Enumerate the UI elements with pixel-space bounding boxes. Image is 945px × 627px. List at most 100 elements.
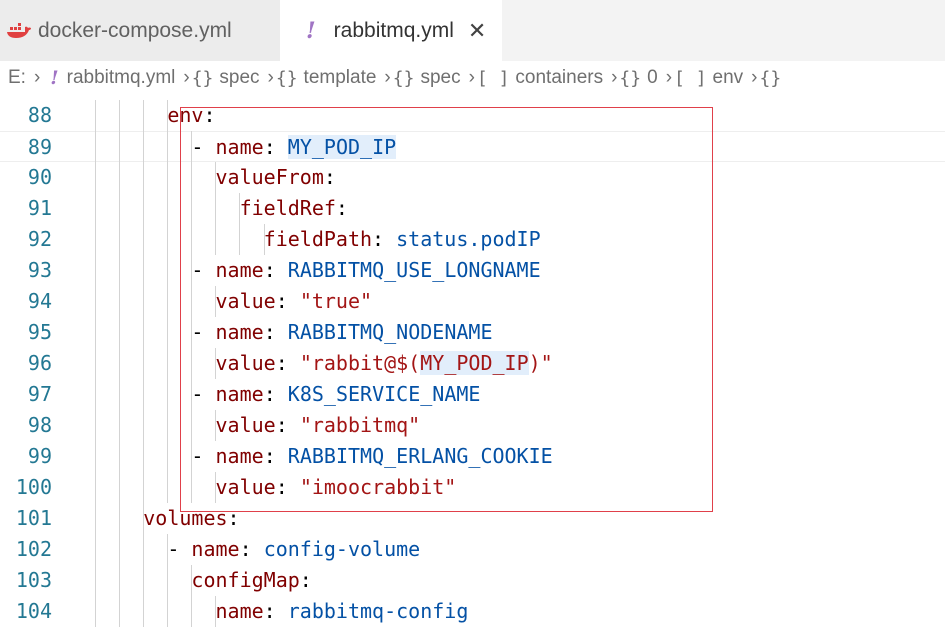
indent-guide	[95, 131, 96, 162]
indent-guide	[215, 193, 217, 224]
code-line[interactable]: 96 value: "rabbit@$(MY_POD_IP)"	[0, 348, 945, 379]
indent-guide	[143, 193, 145, 224]
breadcrumb-template[interactable]: template	[304, 67, 377, 89]
indent-guide	[119, 286, 121, 317]
indent-guide	[167, 162, 169, 193]
indent-guide	[215, 224, 217, 255]
breadcrumb-file[interactable]: rabbitmq.yml	[67, 67, 176, 89]
yaml-value: config-volume	[263, 537, 421, 561]
indent-guide	[191, 255, 193, 286]
array-icon: [ ]	[674, 67, 707, 89]
code-line[interactable]: 95 - name: RABBITMQ_NODENAME	[0, 317, 945, 348]
code-line[interactable]: 97 - name: K8S_SERVICE_NAME	[0, 379, 945, 410]
breadcrumb-spec-2[interactable]: spec	[420, 67, 460, 89]
yaml-punctuation: -	[191, 258, 216, 282]
code-line[interactable]: 98 value: "rabbitmq"	[0, 410, 945, 441]
indent-guide	[191, 472, 193, 503]
yaml-punctuation: :	[263, 599, 288, 623]
line-number: 100	[15, 475, 52, 499]
line-number: 93	[27, 258, 52, 282]
yaml-punctuation: :	[372, 227, 397, 251]
indent-guide	[119, 441, 121, 472]
code-line[interactable]: 103 configMap:	[0, 565, 945, 596]
line-number: 103	[15, 568, 52, 592]
chevron-right-icon: ›	[267, 67, 274, 88]
indent-guide	[143, 410, 145, 441]
code-line[interactable]: 100 value: "imoocrabbit"	[0, 472, 945, 503]
yaml-punctuation: :	[263, 258, 288, 282]
indent-guide	[167, 565, 169, 596]
indent-guide	[95, 100, 96, 131]
line-number: 102	[15, 537, 52, 561]
indent-guide	[95, 596, 96, 627]
indent-guide	[191, 410, 193, 441]
indent-guide	[95, 193, 96, 224]
chevron-right-icon: ›	[183, 67, 190, 88]
chevron-right-icon: ›	[33, 67, 41, 88]
code-line[interactable]: 91 fieldRef:	[0, 193, 945, 224]
yaml-value: RABBITMQ_USE_LONGNAME	[287, 258, 541, 282]
breadcrumb-index-0[interactable]: 0	[647, 67, 658, 89]
indent-guide	[215, 162, 217, 193]
breadcrumb-containers[interactable]: containers	[515, 67, 603, 89]
indent-guide	[119, 596, 121, 627]
breadcrumb-env[interactable]: env	[713, 67, 744, 89]
indent-guide	[143, 565, 145, 596]
code-line[interactable]: 92 fieldPath: status.podIP	[0, 224, 945, 255]
indent-guide	[191, 317, 193, 348]
tab-rabbitmq[interactable]: ! rabbitmq.yml ✕	[280, 0, 502, 61]
line-code: value: "imoocrabbit"	[71, 472, 457, 503]
indent-guide	[95, 348, 96, 379]
breadcrumb: E: › ! rabbitmq.yml › {} spec › {} templ…	[0, 61, 945, 95]
yaml-exclamation-icon: !	[306, 17, 316, 44]
yaml-key: value	[215, 289, 276, 313]
line-code: valueFrom:	[71, 162, 336, 193]
code-line[interactable]: 93 - name: RABBITMQ_USE_LONGNAME	[0, 255, 945, 286]
object-icon: {}	[759, 67, 782, 89]
code-line[interactable]: 90 valueFrom:	[0, 162, 945, 193]
code-line[interactable]: 94 value: "true"	[0, 286, 945, 317]
line-number: 101	[15, 506, 52, 530]
indent-guide	[167, 441, 169, 472]
code-line[interactable]: 88 env:	[0, 100, 945, 131]
line-code: volumes:	[71, 503, 239, 534]
yaml-value: RABBITMQ_NODENAME	[287, 320, 493, 344]
yaml-key: valueFrom	[215, 165, 324, 189]
chevron-right-icon: ›	[751, 67, 758, 88]
yaml-value: rabbitmq-config	[287, 599, 469, 623]
close-icon[interactable]: ✕	[468, 18, 486, 44]
indent-guide	[143, 348, 145, 379]
yaml-punctuation: :	[203, 103, 216, 127]
code-line[interactable]: 104 name: rabbitmq-config	[0, 596, 945, 627]
indent-guide	[119, 534, 121, 565]
yaml-key: value	[215, 475, 276, 499]
code-line[interactable]: 99 - name: RABBITMQ_ERLANG_COOKIE	[0, 441, 945, 472]
line-code: value: "true"	[71, 286, 373, 317]
code-line[interactable]: 89 - name: MY_POD_IP	[0, 131, 945, 162]
code-line[interactable]: 101 volumes:	[0, 503, 945, 534]
tab-docker-compose[interactable]: docker-compose.yml	[0, 0, 280, 61]
yaml-punctuation: :	[263, 382, 288, 406]
breadcrumb-spec[interactable]: spec	[219, 67, 259, 89]
chevron-right-icon: ›	[611, 67, 618, 88]
line-number: 90	[27, 165, 52, 189]
indent-guide	[119, 162, 121, 193]
yaml-punctuation: :	[263, 135, 288, 159]
breadcrumb-drive[interactable]: E:	[8, 67, 26, 89]
indent-guide	[167, 317, 169, 348]
yaml-icon: !	[50, 67, 59, 89]
yaml-punctuation: :	[335, 196, 348, 220]
code-editor[interactable]: 88 env: 89 - name: MY_POD_IP 90 valueFrom:…	[0, 95, 945, 627]
indent-guide	[215, 348, 217, 379]
indent-guide	[119, 255, 121, 286]
indent-guide	[215, 410, 217, 441]
code-line[interactable]: 102 - name: config-volume	[0, 534, 945, 565]
yaml-punctuation: :	[323, 165, 336, 189]
indent-guide	[143, 131, 145, 162]
indent-guide	[167, 131, 169, 162]
indent-guide	[119, 503, 121, 534]
yaml-key: value	[215, 413, 276, 437]
indent-guide	[215, 472, 217, 503]
indent-guide	[143, 224, 145, 255]
